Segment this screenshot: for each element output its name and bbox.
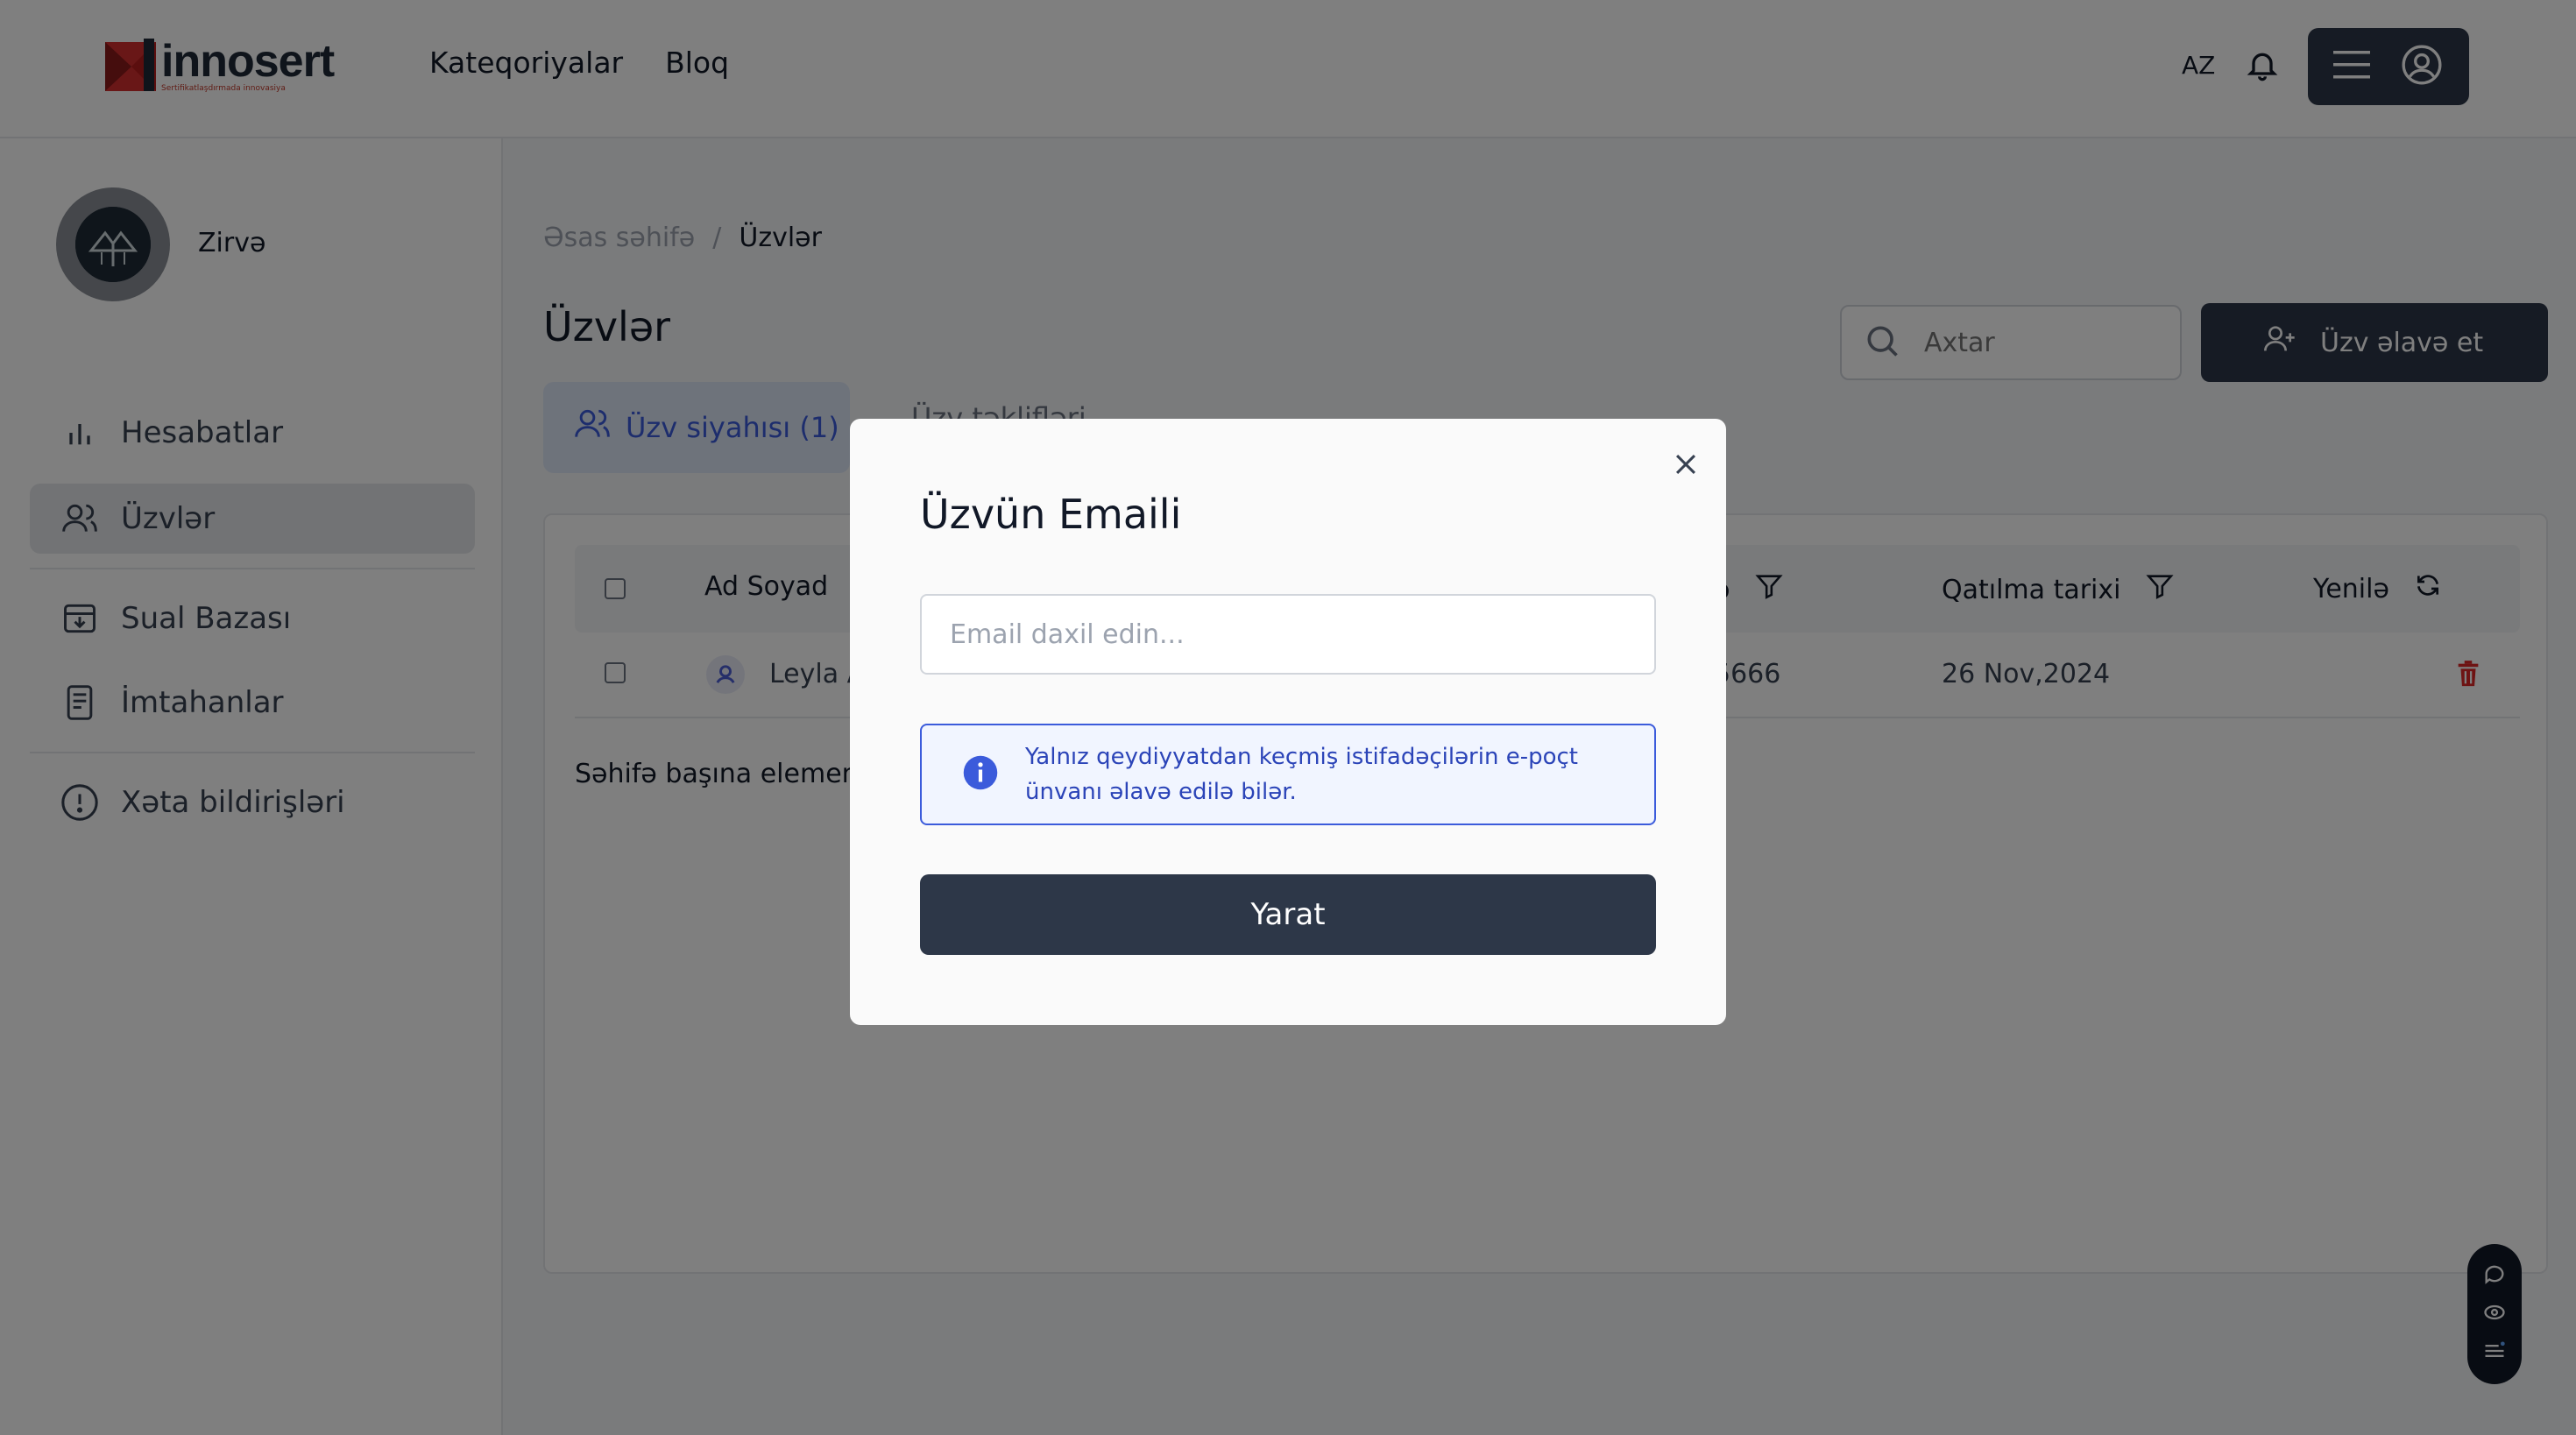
close-icon[interactable] [1663,442,1709,487]
create-button[interactable]: Yarat [920,874,1656,955]
info-notice: Yalnız qeydiyyatdan keçmiş istifadəçilər… [920,724,1656,825]
email-field[interactable] [920,594,1656,675]
modal-title: Üzvün Emaili [920,491,1182,538]
add-member-modal: Üzvün Emaili Yalnız qeydiyyatdan keçmiş … [850,419,1726,1025]
info-icon [962,754,999,795]
info-text: Yalnız qeydiyyatdan keçmiş istifadəçilər… [1025,744,1578,805]
